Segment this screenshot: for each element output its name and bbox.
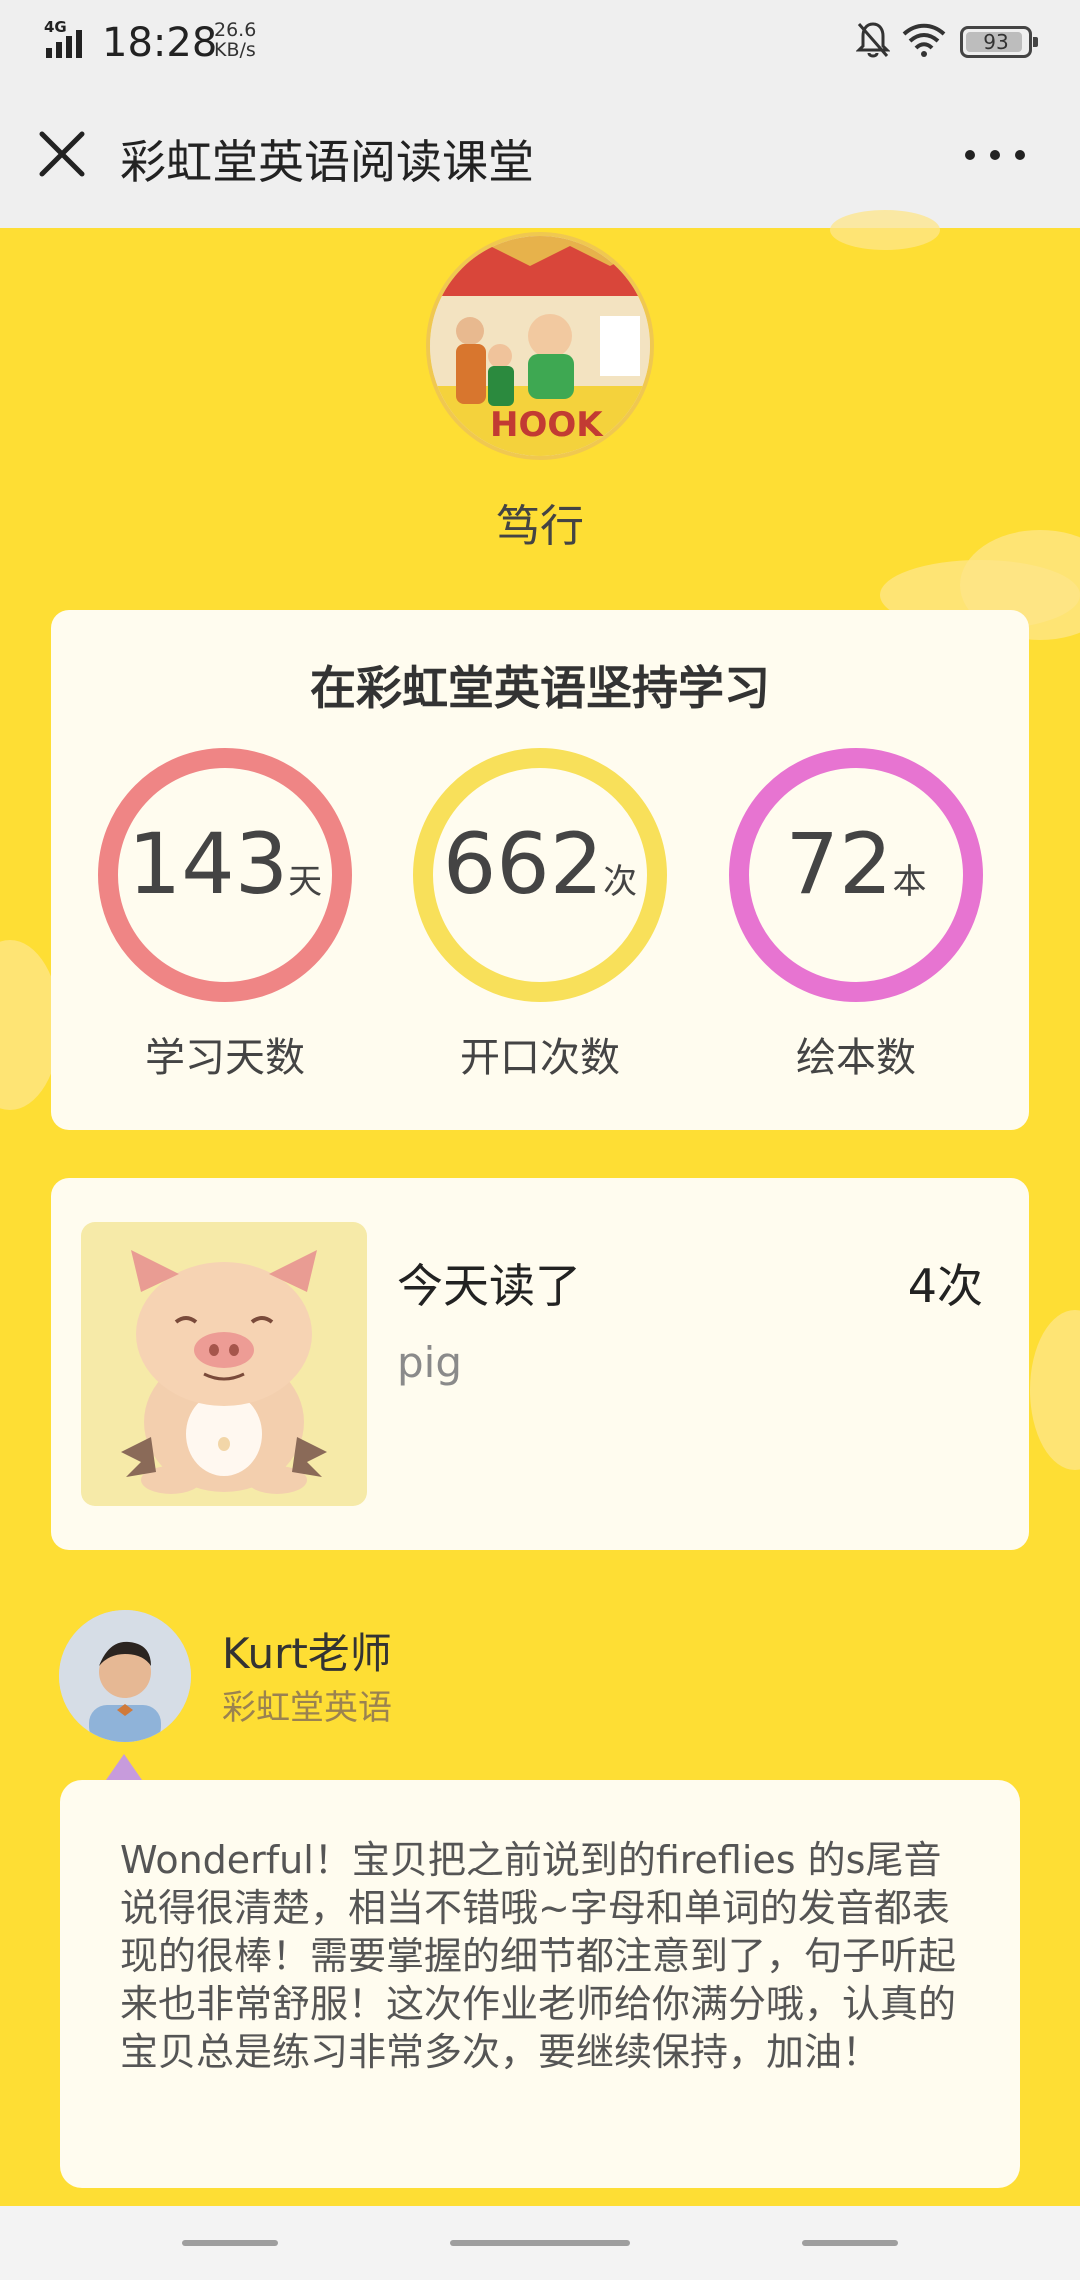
signal-4g-icon: 4G [44, 18, 82, 58]
teacher-comment: Wonderful！宝贝把之前说到的fireflies 的s尾音说得很清楚，相当… [120, 1838, 957, 2074]
stat-number: 72 [785, 815, 893, 913]
book-title: pig [397, 1338, 462, 1387]
nav-bar: 彩虹堂英语阅读课堂 [0, 80, 1080, 228]
cloud-decoration [1030, 1310, 1080, 1470]
pig-icon [121, 1250, 327, 1494]
network-speed-unit: KB/s [214, 39, 256, 61]
battery-icon: 93 [960, 26, 1038, 58]
more-dots-icon[interactable] [960, 130, 1030, 180]
teacher-name: Kurt老师 [222, 1629, 392, 1678]
battery-percent: 93 [983, 30, 1009, 54]
stat-unit: 天 [288, 862, 323, 902]
nav-handle-center[interactable] [450, 2240, 630, 2246]
today-reading-card[interactable]: 今天读了 4次 pig [51, 1178, 1029, 1550]
network-speed-value: 26.6 [214, 19, 257, 41]
stat-label: 绘本数 [796, 1035, 916, 1081]
reading-count: 4次 [907, 1259, 983, 1313]
book-cover[interactable] [81, 1222, 367, 1506]
network-speed: 26.6 KB/s [214, 20, 294, 60]
stat-number: 662 [442, 815, 604, 913]
stats-title: 在彩虹堂英语坚持学习 [310, 661, 770, 715]
stat-label: 学习天数 [145, 1035, 305, 1081]
stat-value: 662次 [410, 815, 670, 913]
teacher-organization: 彩虹堂英语 [222, 1688, 392, 1728]
teacher-comment-card: Wonderful！宝贝把之前说到的fireflies 的s尾音说得很清楚，相当… [60, 1780, 1020, 2188]
status-time: 18:28 [102, 20, 218, 66]
stat-value: 72本 [726, 815, 986, 913]
stat-unit: 次 [603, 862, 638, 902]
wifi-icon [902, 23, 946, 57]
comment-pointer [106, 1754, 142, 1780]
svg-text:HOOK: HOOK [490, 405, 604, 445]
child-avatar: HOOK [426, 232, 654, 460]
cloud-decoration [830, 210, 940, 250]
stat-unit: 本 [892, 862, 927, 902]
page-title: 彩虹堂英语阅读课堂 [120, 135, 534, 189]
teacher-photo [59, 1610, 191, 1742]
stat-label: 开口次数 [460, 1035, 620, 1081]
network-type: 4G [44, 18, 67, 36]
close-icon[interactable] [32, 124, 92, 184]
avatar-illustration: HOOK [430, 236, 650, 456]
stat-value: 143天 [95, 815, 355, 913]
stats-card: 在彩虹堂英语坚持学习 143天 学习天数 662次 开口次数 72本 绘本数 [51, 610, 1029, 1130]
teacher-avatar [59, 1610, 191, 1742]
bell-muted-icon [856, 22, 890, 58]
stat-number: 143 [127, 815, 289, 913]
child-name: 笃行 [496, 501, 584, 552]
bottom-nav-bar [0, 2206, 1080, 2280]
reading-title: 今天读了 [397, 1259, 581, 1313]
nav-handle-right[interactable] [802, 2240, 898, 2246]
nav-handle-left[interactable] [182, 2240, 278, 2246]
status-bar: 4G 18:28 26.6 KB/s 93 [0, 0, 1080, 80]
